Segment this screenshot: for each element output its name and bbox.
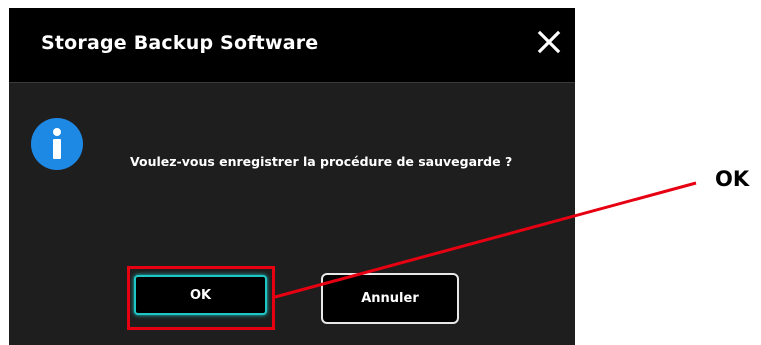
screenshot-canvas: Storage Backup Software Voulez-vous enre… [0, 0, 761, 345]
annotation-callout-line [274, 181, 697, 299]
annotation-label: OK [715, 167, 750, 191]
